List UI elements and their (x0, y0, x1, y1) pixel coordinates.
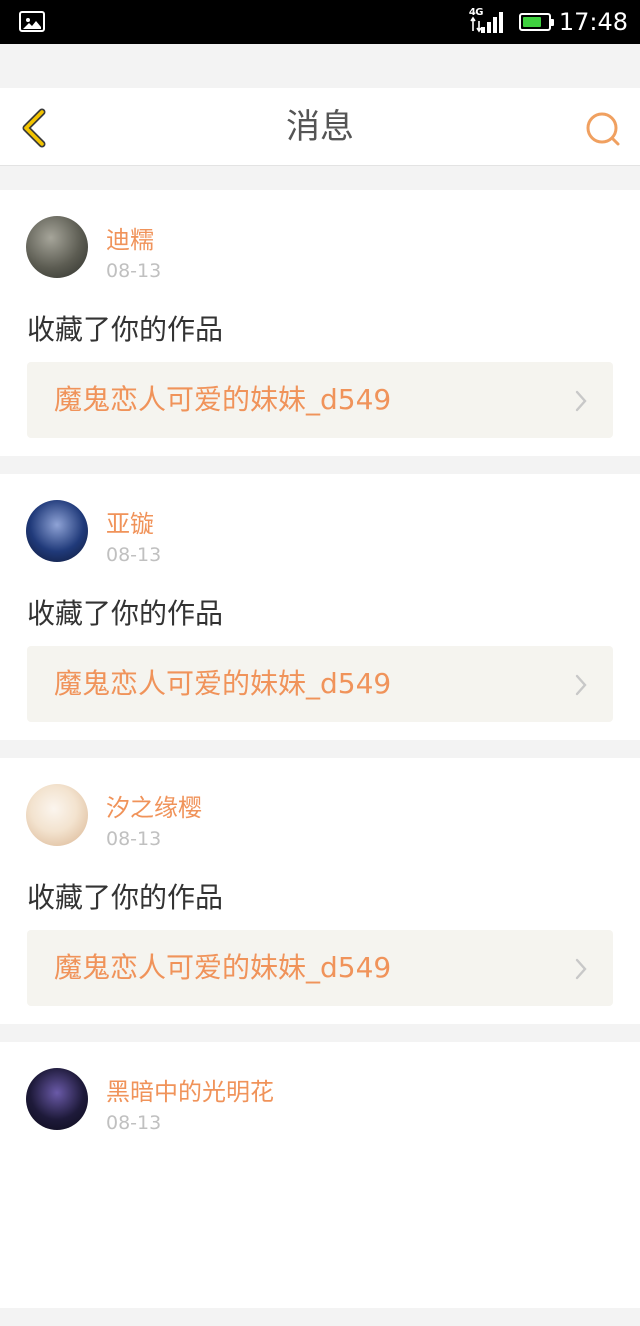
username[interactable]: 迪糯 (106, 220, 154, 255)
message-date: 08-13 (106, 1112, 162, 1134)
gallery-icon (19, 11, 45, 32)
work-link[interactable]: 魔鬼恋人可爱的妹妹_d549 (27, 362, 613, 438)
message-card: 汐之缘樱 08-13 收藏了你的作品 魔鬼恋人可爱的妹妹_d549 (0, 758, 640, 1024)
top-navigation: 消息 (0, 88, 640, 166)
avatar[interactable] (26, 216, 88, 278)
work-link[interactable]: 魔鬼恋人可爱的妹妹_d549 (27, 930, 613, 1006)
action-text: 收藏了你的作品 (27, 597, 224, 630)
clock: 17:48 (558, 8, 628, 36)
username[interactable]: 黑暗中的光明花 (106, 1072, 274, 1107)
message-date: 08-13 (106, 828, 162, 850)
message-date: 08-13 (106, 260, 162, 282)
avatar[interactable] (26, 500, 88, 562)
work-title: 魔鬼恋人可爱的妹妹_d549 (54, 667, 392, 700)
message-card: 迪糯 08-13 收藏了你的作品 魔鬼恋人可爱的妹妹_d549 (0, 190, 640, 456)
signal-icon: 4G (469, 7, 503, 35)
avatar[interactable] (26, 1068, 88, 1130)
message-card: 亚镟 08-13 收藏了你的作品 魔鬼恋人可爱的妹妹_d549 (0, 474, 640, 740)
action-text: 收藏了你的作品 (27, 881, 224, 914)
page-title: 消息 (286, 107, 354, 147)
username[interactable]: 汐之缘樱 (106, 788, 202, 823)
message-list: 迪糯 08-13 收藏了你的作品 魔鬼恋人可爱的妹妹_d549 亚镟 08-13… (0, 190, 640, 1326)
work-link[interactable]: 魔鬼恋人可爱的妹妹_d549 (27, 646, 613, 722)
action-text: 收藏了你的作品 (27, 313, 224, 346)
chevron-right-icon (575, 958, 587, 980)
search-icon[interactable] (584, 110, 624, 150)
battery-icon (518, 13, 554, 31)
work-title: 魔鬼恋人可爱的妹妹_d549 (54, 951, 392, 984)
message-card: 黑暗中的光明花 08-13 (0, 1042, 640, 1308)
chevron-right-icon (575, 390, 587, 412)
chevron-right-icon (575, 674, 587, 696)
username[interactable]: 亚镟 (106, 504, 154, 539)
status-bar: 4G 17:48 (0, 0, 640, 44)
work-title: 魔鬼恋人可爱的妹妹_d549 (54, 383, 392, 416)
message-date: 08-13 (106, 544, 162, 566)
avatar[interactable] (26, 784, 88, 846)
